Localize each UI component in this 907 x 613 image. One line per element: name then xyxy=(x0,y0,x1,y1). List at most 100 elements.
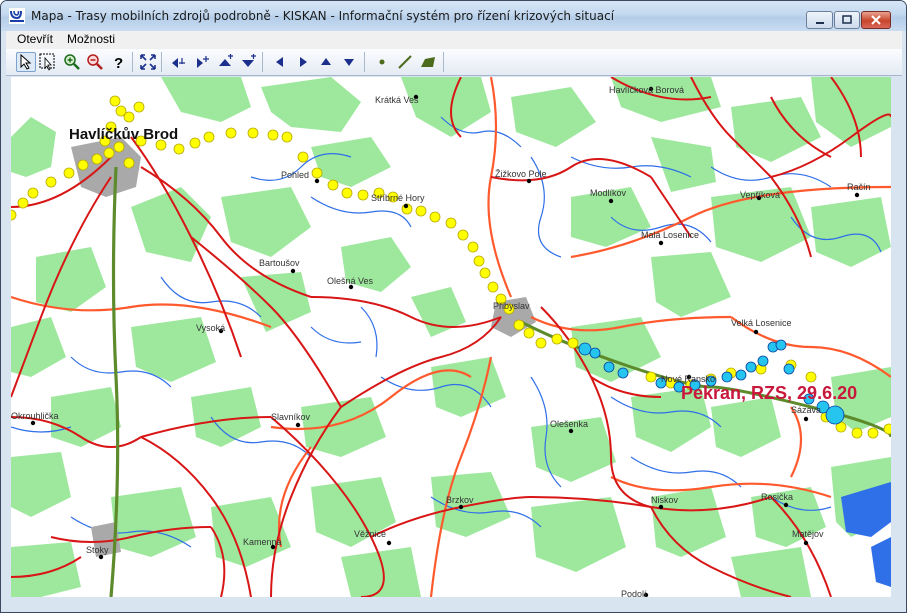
track-point xyxy=(341,187,353,199)
help-icon: ? xyxy=(114,55,123,70)
title-bar[interactable]: Mapa - Trasy mobilních zdrojů podrobně -… xyxy=(1,1,906,31)
track-point xyxy=(311,167,323,179)
draw-point-icon xyxy=(379,59,385,65)
vehicle-point xyxy=(775,339,787,351)
pan-up-icon xyxy=(321,58,331,65)
move-down-icon xyxy=(242,54,256,67)
label-niskov: Niskov xyxy=(651,495,679,505)
track-point xyxy=(103,147,115,159)
vehicle-point xyxy=(757,355,769,367)
pan-right-button[interactable] xyxy=(293,52,313,72)
vehicle-point xyxy=(617,367,629,379)
label-racin: Račín xyxy=(847,182,871,192)
move-up-right-icon xyxy=(219,54,233,66)
label-pribyslav: Přibyslav xyxy=(493,301,530,311)
help-button[interactable]: ? xyxy=(109,52,129,72)
label-rosicka: Rosička xyxy=(761,492,793,502)
pan-up-button[interactable] xyxy=(316,52,336,72)
track-point xyxy=(247,127,259,139)
pan-down-icon xyxy=(344,59,354,66)
zoom-out-button[interactable] xyxy=(85,52,105,72)
draw-line-button[interactable] xyxy=(395,52,415,72)
vehicle-label: Pekran, RZS, 29.6.20 xyxy=(681,383,857,403)
label-modlikov: Modlíkov xyxy=(590,188,627,198)
maximize-button[interactable] xyxy=(834,11,860,29)
label-zizkovo-pole: Žižkovo Pole xyxy=(495,169,547,179)
move-left-up-icon xyxy=(172,58,185,68)
pan-left-icon xyxy=(276,57,283,67)
track-point xyxy=(535,337,547,349)
vehicle-point xyxy=(783,363,795,375)
zoom-in-button[interactable] xyxy=(62,52,82,72)
map-view[interactable]: Havlíčkův Brod Krátká Ves Havlíčkova Bor… xyxy=(11,77,891,597)
town-point xyxy=(290,268,296,274)
track-point xyxy=(123,157,135,169)
pan-down-button[interactable] xyxy=(339,52,359,72)
label-krouhlice: Okrouhlička xyxy=(11,411,59,421)
svg-text:?: ? xyxy=(114,55,123,70)
label-stoky: Stoky xyxy=(86,545,109,555)
move-right-up-button[interactable] xyxy=(192,52,212,72)
track-point xyxy=(203,131,215,143)
vehicle-point xyxy=(589,347,601,359)
select-arrow-button[interactable] xyxy=(16,52,36,72)
vehicle-point xyxy=(578,342,592,356)
track-point xyxy=(523,327,535,339)
town-point xyxy=(803,416,809,422)
application-window: Mapa - Trasy mobilních zdrojů podrobně -… xyxy=(0,0,907,613)
zoom-out-icon xyxy=(87,54,103,70)
menu-otevrit[interactable]: Otevřít xyxy=(17,32,53,46)
toolbar: ? xyxy=(6,49,902,76)
select-arrow-icon xyxy=(20,54,32,70)
window-title: Mapa - Trasy mobilních zdrojů podrobně -… xyxy=(31,9,615,23)
track-point xyxy=(429,211,441,223)
track-point xyxy=(457,229,469,241)
draw-polygon-button[interactable] xyxy=(418,52,438,72)
label-velka-losenice: Velká Losenice xyxy=(731,318,792,328)
draw-point-button[interactable] xyxy=(372,52,392,72)
town-point xyxy=(98,554,104,560)
label-bartousov: Bartoušov xyxy=(259,258,300,268)
minimize-button[interactable] xyxy=(806,11,833,29)
town-point xyxy=(608,198,614,204)
pan-left-button[interactable] xyxy=(270,52,290,72)
track-point xyxy=(27,187,39,199)
town-point xyxy=(658,504,664,510)
track-point xyxy=(551,333,563,345)
track-point xyxy=(77,159,89,171)
town-point xyxy=(568,428,574,434)
label-pohled: Pohled xyxy=(281,170,309,180)
rect-select-icon xyxy=(39,53,55,71)
track-point xyxy=(467,241,479,253)
track-point xyxy=(63,167,75,179)
track-point xyxy=(281,131,293,143)
label-sazava: Sázava xyxy=(791,405,821,415)
label-olesna-ves: Olešná Ves xyxy=(327,276,374,286)
vehicle-point xyxy=(735,369,747,381)
zoom-extent-button[interactable] xyxy=(138,52,158,72)
track-point xyxy=(225,127,237,139)
minimize-icon xyxy=(815,22,824,24)
toolbar-separator xyxy=(364,52,365,72)
move-left-up-button[interactable] xyxy=(169,52,189,72)
track-point xyxy=(415,205,427,217)
label-havlickova-borova: Havlíčkova Borová xyxy=(609,85,684,95)
town-point xyxy=(783,502,789,508)
move-up-right-button[interactable] xyxy=(215,52,235,72)
close-icon xyxy=(871,15,881,25)
track-point xyxy=(91,153,103,165)
track-point xyxy=(133,101,145,113)
map-canvas[interactable]: Havlíčkův Brod Krátká Ves Havlíčkova Bor… xyxy=(11,77,891,597)
label-kratka-ves: Krátká Ves xyxy=(375,95,419,105)
maximize-icon xyxy=(842,15,852,24)
close-button[interactable] xyxy=(861,11,891,29)
zoom-extent-icon xyxy=(140,54,156,70)
label-kamenna: Kamenná xyxy=(243,537,282,547)
track-point xyxy=(113,141,125,153)
vehicle-point xyxy=(745,361,757,373)
move-down-button[interactable] xyxy=(238,52,258,72)
rect-select-button[interactable] xyxy=(38,52,58,72)
zoom-in-icon xyxy=(64,54,80,70)
menu-moznosti[interactable]: Možnosti xyxy=(67,32,115,46)
track-point xyxy=(327,179,339,191)
